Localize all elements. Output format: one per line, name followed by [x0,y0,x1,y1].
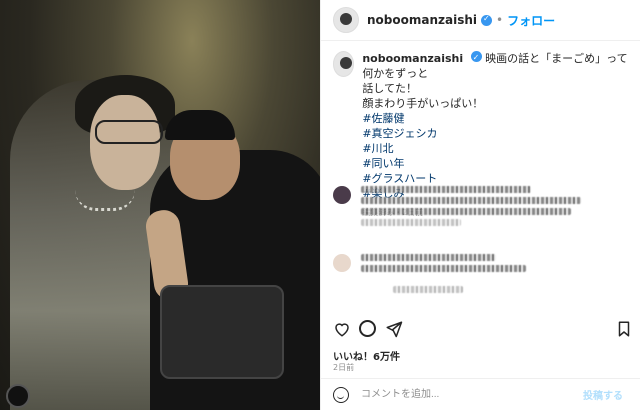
post-comment-button[interactable]: 投稿する [577,386,629,403]
avatar[interactable] [333,7,359,33]
comment-icon[interactable] [359,320,376,337]
share-icon[interactable] [385,320,403,338]
hashtag-link[interactable]: #真空ジェシカ [362,126,629,141]
verified-icon [481,14,493,26]
comment-avatar[interactable] [333,254,351,272]
hashtag-link[interactable]: #川北 [362,141,629,156]
username[interactable]: noboomanzaishi [367,13,477,27]
blurred-replies-link[interactable] [393,286,463,293]
blurred-comment-text [361,208,571,215]
caption-line-3: 顔まわり手がいっぱい！ [362,97,484,110]
hashtag-link[interactable]: #同い年 [362,156,629,171]
caption-username[interactable]: noboomanzaishi [362,52,463,65]
post-header: noboomanzaishi • フォロー [321,0,640,41]
follow-button[interactable]: フォロー [507,12,555,29]
blurred-comment-text [361,254,496,261]
comment-avatar[interactable] [333,186,351,204]
post-date[interactable]: 2日前 [333,362,354,373]
caption-line-2: 話してた！ [362,82,417,95]
emoji-icon[interactable] [333,386,349,403]
blurred-comment-text [361,197,581,204]
verified-icon [470,50,482,65]
tag-icon[interactable] [6,384,30,408]
post-sidebar: noboomanzaishi • フォロー noboomanzaishi 映画の… [320,0,640,410]
comment-item [333,254,526,297]
blurred-comment-text [361,265,526,272]
post-photo[interactable] [0,0,320,410]
caption-avatar[interactable] [333,51,355,77]
like-icon[interactable] [333,320,351,338]
likes-count[interactable]: いいね！6万件 [333,348,400,363]
blurred-comment-meta [361,219,461,226]
hashtag-link[interactable]: #佐藤健 [362,111,629,126]
hashtag-link[interactable]: #グラスハート [362,171,629,186]
post-actions [333,320,633,340]
comment-bar: 投稿する [321,378,640,410]
blurred-comment-text [361,186,531,193]
comment-input[interactable] [359,388,577,401]
comment-item [333,186,581,230]
header-separator: • [496,13,504,27]
save-icon[interactable] [615,320,633,338]
